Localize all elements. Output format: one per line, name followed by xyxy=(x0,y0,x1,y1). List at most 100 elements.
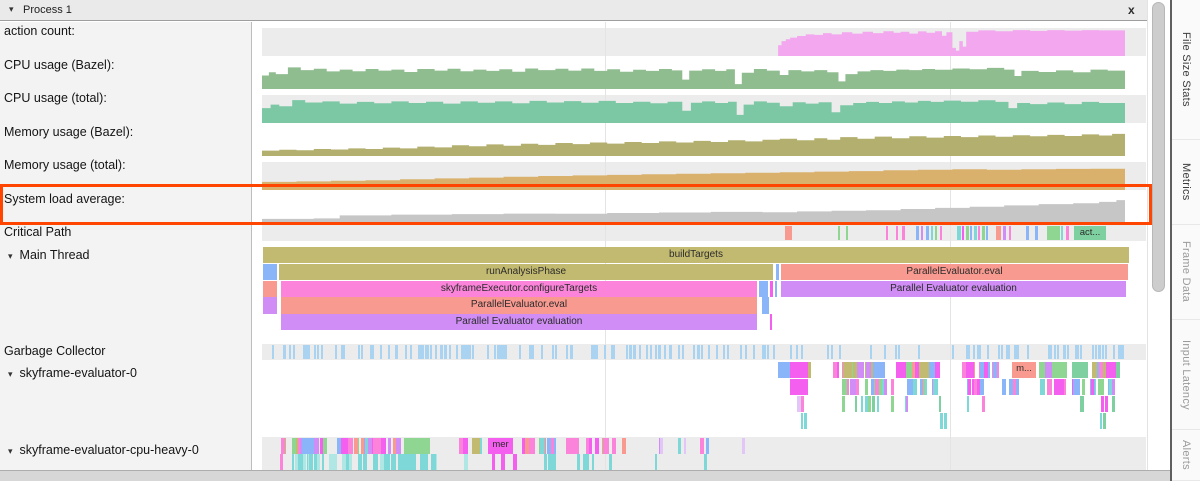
trace-slice[interactable] xyxy=(742,438,745,454)
trace-slice[interactable] xyxy=(295,454,297,470)
trace-slice[interactable] xyxy=(393,438,396,454)
trace-slice[interactable] xyxy=(966,362,974,378)
trace-slice-labeled[interactable]: ParallelEvaluator.eval xyxy=(781,264,1128,280)
trace-tick[interactable] xyxy=(555,345,557,359)
trace-tick[interactable] xyxy=(1113,345,1115,359)
trace-slice[interactable] xyxy=(967,396,969,412)
trace-slice[interactable] xyxy=(770,314,772,330)
trace-slice[interactable] xyxy=(622,438,626,454)
trace-slice[interactable] xyxy=(551,438,554,454)
trace-tick[interactable] xyxy=(982,226,985,241)
trace-tick[interactable] xyxy=(494,345,496,359)
trace-slice[interactable] xyxy=(1109,379,1112,395)
trace-slice[interactable] xyxy=(1082,379,1086,395)
trace-tick[interactable] xyxy=(940,226,942,241)
trace-tick[interactable] xyxy=(708,345,710,359)
trace-slice[interactable] xyxy=(299,454,303,470)
trace-tick[interactable] xyxy=(519,345,521,359)
trace-slice[interactable] xyxy=(842,396,845,412)
trace-slice[interactable] xyxy=(592,454,594,470)
sidebar-tab-file-size-stats[interactable]: File Size Stats xyxy=(1172,0,1200,140)
trace-tick[interactable] xyxy=(678,345,680,359)
trace-slice[interactable] xyxy=(263,281,277,297)
trace-slice[interactable] xyxy=(292,454,294,470)
trace-slice[interactable] xyxy=(923,379,925,395)
trace-slice[interactable] xyxy=(1002,379,1006,395)
trace-slice-labeled[interactable]: skyframeExecutor.configureTargets xyxy=(281,281,757,297)
trace-tick[interactable] xyxy=(839,345,841,359)
trace-tick[interactable] xyxy=(1066,226,1069,241)
trace-slice[interactable] xyxy=(879,379,881,395)
trace-tick[interactable] xyxy=(727,345,729,359)
trace-tick[interactable] xyxy=(1105,345,1107,359)
trace-tick[interactable] xyxy=(968,345,970,359)
trace-tick[interactable] xyxy=(884,345,886,359)
trace-slice[interactable] xyxy=(374,438,381,454)
trace-slice[interactable] xyxy=(655,454,657,470)
trace-tick[interactable] xyxy=(785,226,792,241)
trace-slice[interactable] xyxy=(939,396,942,412)
trace-slice[interactable] xyxy=(804,413,807,429)
trace-slice[interactable] xyxy=(980,362,984,378)
trace-slice[interactable] xyxy=(700,438,704,454)
trace-slice[interactable] xyxy=(404,438,430,454)
trace-slice[interactable] xyxy=(553,454,556,470)
trace-slice-labeled[interactable]: buildTargets xyxy=(263,247,1129,263)
trace-slice[interactable] xyxy=(408,454,410,470)
counter-chart-action[interactable] xyxy=(262,29,1125,56)
trace-slice[interactable] xyxy=(1092,362,1097,378)
horizontal-scrollbar[interactable] xyxy=(0,470,1170,481)
trace-slice[interactable] xyxy=(775,281,777,297)
trace-tick[interactable] xyxy=(996,226,1001,241)
trace-tick[interactable] xyxy=(931,226,933,241)
trace-tick[interactable] xyxy=(962,226,964,241)
trace-slice[interactable] xyxy=(833,362,837,378)
trace-slice[interactable] xyxy=(790,379,808,395)
trace-tick[interactable] xyxy=(764,345,766,359)
trace-slice[interactable] xyxy=(801,396,804,412)
sidebar-tab-frame-data[interactable]: Frame Data xyxy=(1172,225,1200,320)
trace-slice[interactable] xyxy=(296,438,298,454)
trace-slice[interactable] xyxy=(962,362,965,378)
trace-slice[interactable] xyxy=(465,454,468,470)
trace-tick[interactable] xyxy=(372,345,374,359)
trace-slice[interactable] xyxy=(540,438,544,454)
trace-tick[interactable] xyxy=(418,345,420,359)
trace-tick[interactable] xyxy=(723,345,725,359)
row-label-sky0[interactable]: ▾skyframe-evaluator-0 xyxy=(8,366,137,380)
trace-slice[interactable] xyxy=(906,396,908,412)
trace-slice[interactable] xyxy=(1105,396,1107,412)
trace-slice[interactable] xyxy=(907,379,913,395)
trace-tick[interactable] xyxy=(896,226,898,241)
trace-tick[interactable] xyxy=(570,345,572,359)
trace-tick[interactable] xyxy=(1077,345,1079,359)
trace-slice-labeled[interactable]: m... xyxy=(1012,362,1036,378)
sidebar-tab-alerts[interactable]: Alerts xyxy=(1172,430,1200,481)
trace-tick[interactable] xyxy=(1057,345,1059,359)
trace-tick[interactable] xyxy=(465,345,467,359)
trace-tick[interactable] xyxy=(1050,345,1052,359)
trace-tick[interactable] xyxy=(970,226,972,241)
trace-slice[interactable] xyxy=(329,454,332,470)
trace-slice[interactable] xyxy=(529,438,535,454)
trace-slice[interactable] xyxy=(309,454,313,470)
trace-tick[interactable] xyxy=(701,345,703,359)
trace-tick[interactable] xyxy=(604,345,606,359)
trace-tick[interactable] xyxy=(952,345,954,359)
trace-tick[interactable] xyxy=(664,345,666,359)
trace-tick[interactable] xyxy=(388,345,390,359)
trace-slice[interactable] xyxy=(855,396,857,412)
trace-slice[interactable] xyxy=(413,454,415,470)
trace-slice[interactable] xyxy=(398,454,400,470)
trace-tick[interactable] xyxy=(898,345,900,359)
trace-slice[interactable] xyxy=(569,438,575,454)
trace-slice[interactable] xyxy=(856,379,859,395)
trace-tick[interactable] xyxy=(449,345,451,359)
trace-tick[interactable] xyxy=(918,345,920,359)
trace-tick[interactable] xyxy=(1001,345,1003,359)
trace-slice[interactable] xyxy=(342,454,346,470)
trace-tick[interactable] xyxy=(773,345,775,359)
trace-slice[interactable] xyxy=(583,454,585,470)
trace-tick[interactable] xyxy=(531,345,533,359)
trace-tick[interactable] xyxy=(444,345,446,359)
